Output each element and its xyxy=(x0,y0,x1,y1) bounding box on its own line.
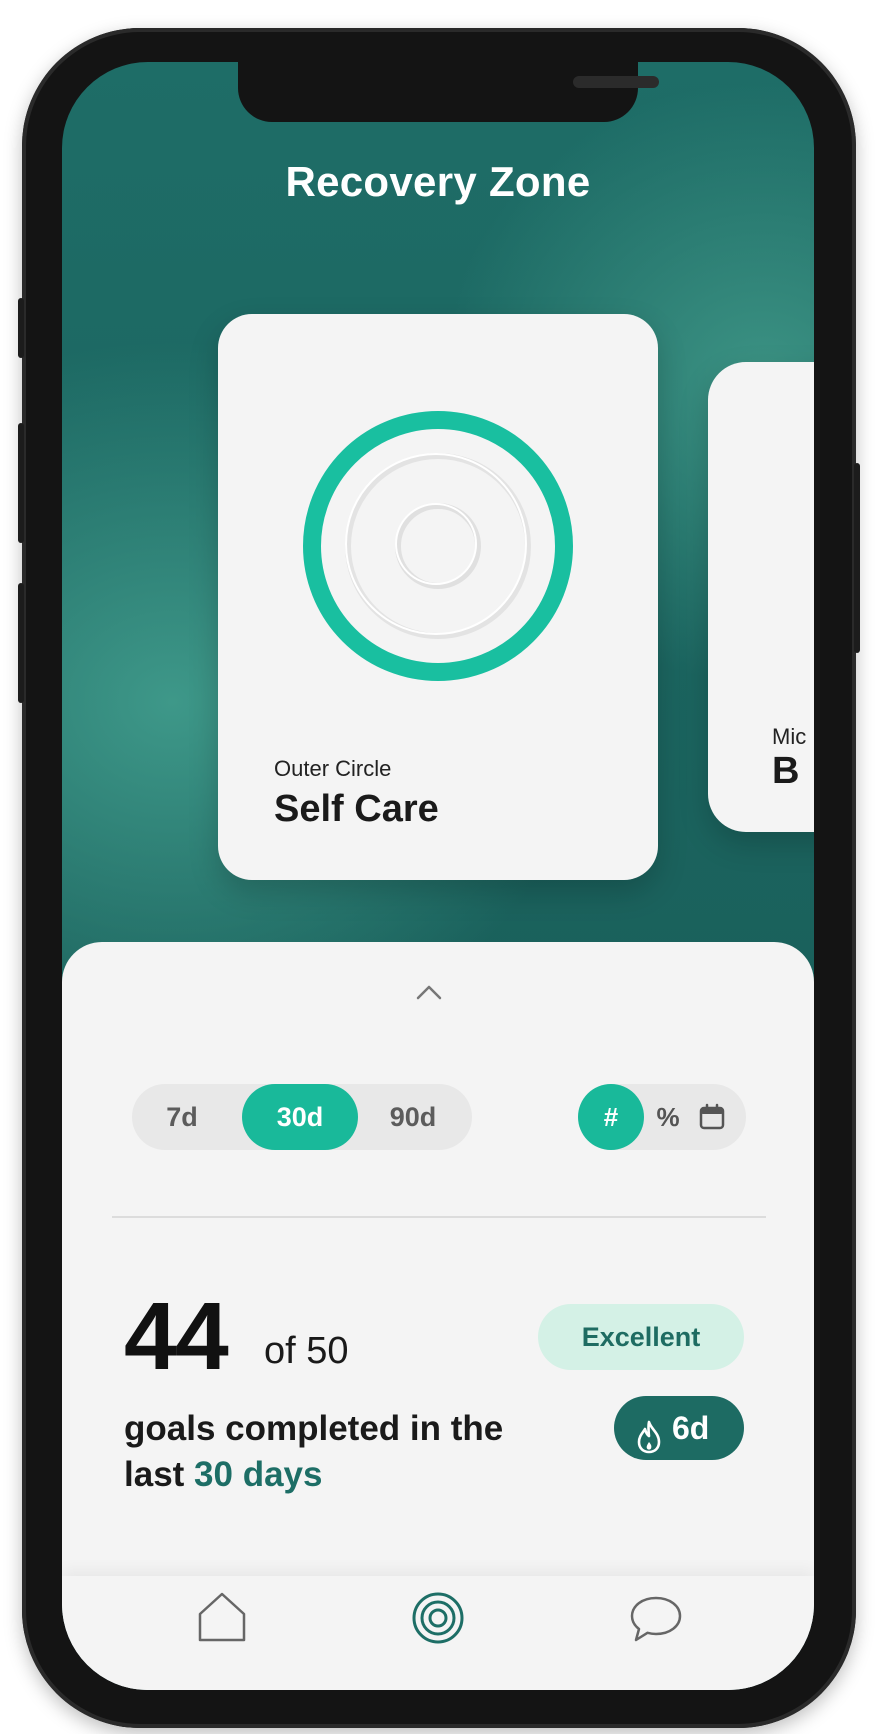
phone-frame: Recovery Zone Outer Circle Self Care Mic… xyxy=(18,28,860,1728)
display-mode-selector: # % xyxy=(578,1084,746,1150)
rating-badge: Excellent xyxy=(538,1304,744,1370)
power-button xyxy=(854,463,860,653)
mute-switch xyxy=(18,298,24,358)
chevron-up-icon[interactable] xyxy=(414,982,444,1002)
streak-value: 6d xyxy=(672,1410,710,1446)
period-selector: 7d 30d 90d xyxy=(132,1084,472,1150)
volume-up-button xyxy=(18,423,24,543)
goals-period-highlight: 30 days xyxy=(194,1455,323,1494)
screen: Recovery Zone Outer Circle Self Care Mic… xyxy=(62,62,814,1690)
target-rings-icon xyxy=(288,396,588,696)
card-name: B xyxy=(772,750,800,792)
chat-icon[interactable] xyxy=(624,1586,688,1650)
period-90d-button[interactable]: 90d xyxy=(358,1084,468,1150)
tab-bar xyxy=(62,1576,814,1690)
flame-icon xyxy=(636,1411,662,1454)
zone-card-outer-circle[interactable]: Outer Circle Self Care xyxy=(218,314,658,880)
streak-badge: 6d xyxy=(614,1396,744,1460)
home-icon[interactable] xyxy=(190,1586,254,1650)
period-7d-button[interactable]: 7d xyxy=(132,1084,232,1150)
volume-down-button xyxy=(18,583,24,703)
card-subtitle: Mic xyxy=(772,724,807,749)
page-title: Recovery Zone xyxy=(285,158,591,205)
calendar-icon[interactable] xyxy=(698,1103,726,1131)
card-name: Self Care xyxy=(274,788,439,830)
count-mode-button[interactable]: # xyxy=(578,1084,644,1150)
card-subtitle: Outer Circle xyxy=(274,756,392,781)
goals-summary: goals completed in the last 30 days xyxy=(124,1406,544,1498)
divider xyxy=(112,1216,766,1218)
zone-card-next[interactable]: Mic B xyxy=(708,362,814,832)
total-count: of 50 xyxy=(264,1330,349,1372)
percent-mode-button[interactable]: % xyxy=(650,1084,686,1150)
period-30d-button[interactable]: 30d xyxy=(242,1084,358,1150)
circles-icon[interactable] xyxy=(406,1586,470,1650)
speaker xyxy=(573,76,659,88)
notch xyxy=(238,62,659,122)
completed-count: 44 xyxy=(124,1283,229,1390)
